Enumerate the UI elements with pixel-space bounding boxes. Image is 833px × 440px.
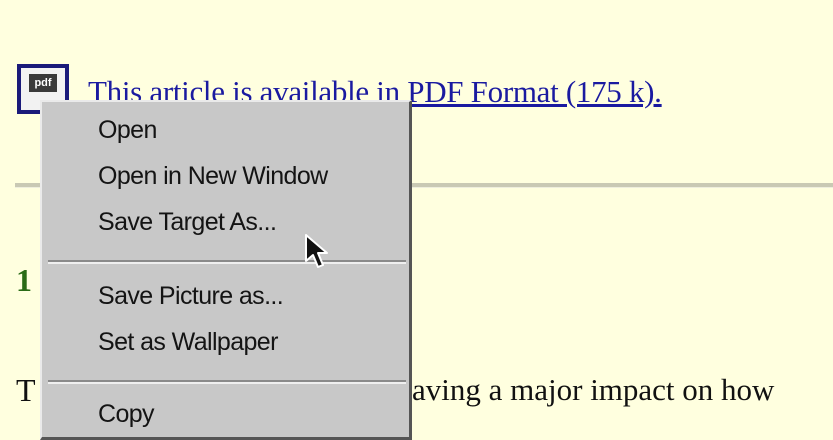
- menu-item-open-new-window[interactable]: Open in New Window: [98, 162, 328, 191]
- menu-item-save-picture-as[interactable]: Save Picture as...: [98, 282, 284, 311]
- menu-item-save-target-as[interactable]: Save Target As...: [98, 208, 277, 237]
- menu-separator: [48, 380, 406, 384]
- context-menu: Open Open in New Window Save Target As..…: [40, 100, 412, 440]
- menu-separator: [48, 260, 406, 264]
- paragraph-text: aving a major impact on how: [412, 372, 775, 407]
- menu-item-set-as-wallpaper[interactable]: Set as Wallpaper: [98, 328, 278, 357]
- paragraph-first-letter: T: [16, 372, 36, 408]
- mouse-pointer-icon: [305, 234, 328, 268]
- menu-item-copy[interactable]: Copy: [98, 400, 155, 429]
- section-heading: 1: [16, 262, 32, 298]
- pdf-icon-label: pdf: [29, 74, 57, 92]
- menu-item-open[interactable]: Open: [98, 116, 157, 145]
